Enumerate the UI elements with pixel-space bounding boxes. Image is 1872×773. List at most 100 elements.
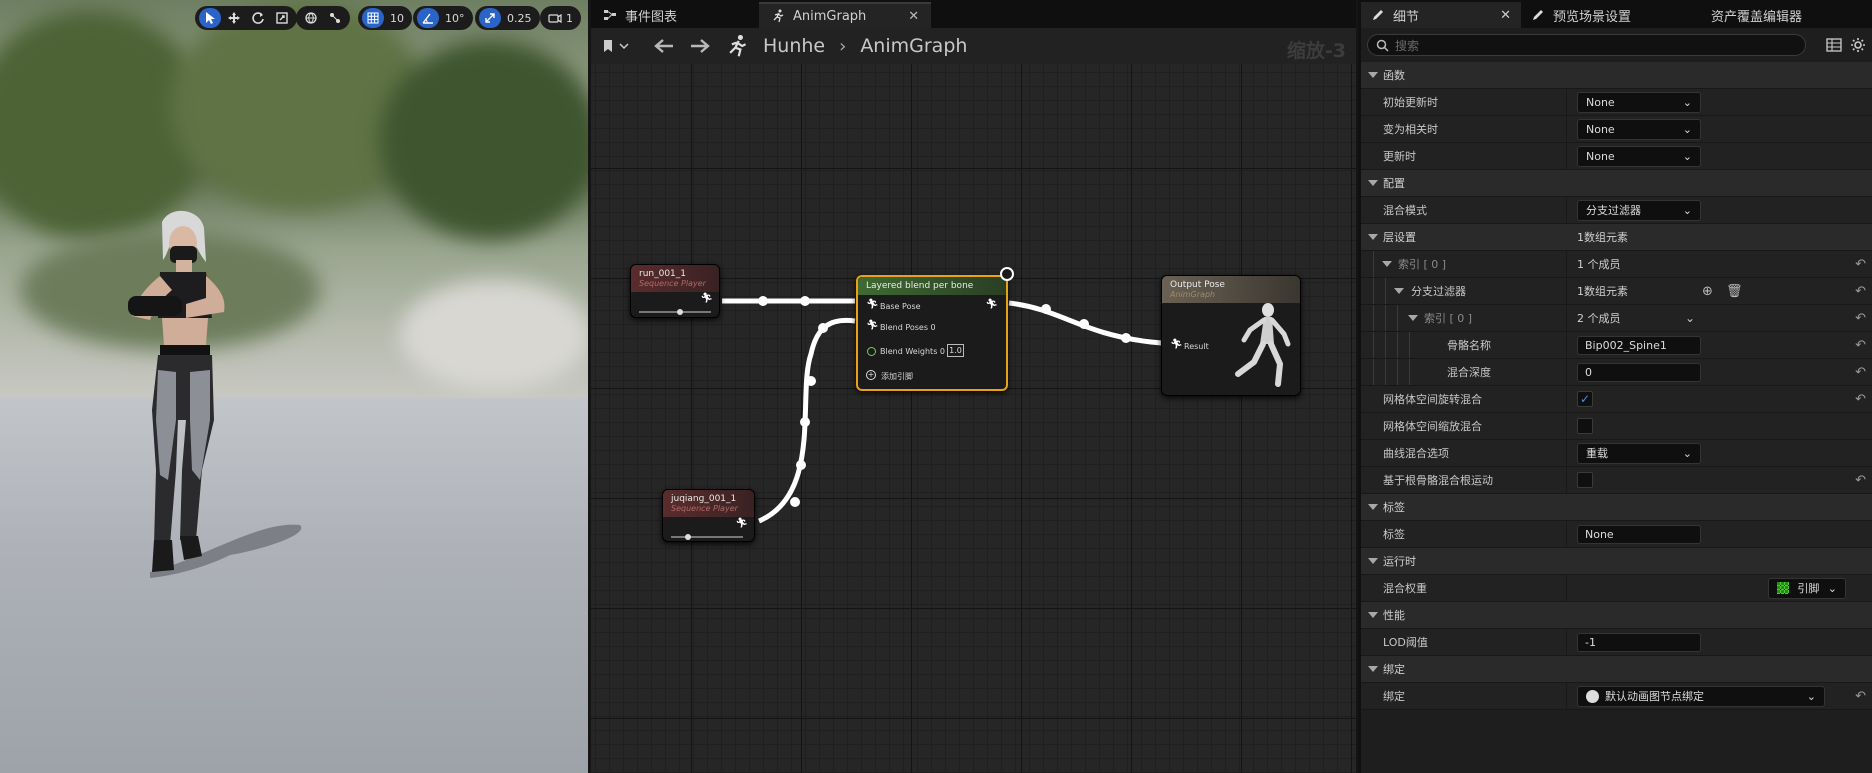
result-pin-icon[interactable]: 🏃︎: [1170, 339, 1183, 350]
reset-to-default-icon[interactable]: ↶: [1855, 689, 1866, 704]
surface-snap-button[interactable]: [324, 8, 346, 28]
translate-mode-button[interactable]: [223, 8, 245, 28]
breadcrumb-current[interactable]: AnimGraph: [860, 35, 967, 57]
on-become-relevant-combo[interactable]: None ⌄: [1577, 118, 1701, 140]
wire-reroute-dot[interactable]: [806, 376, 816, 386]
rotation-snap-value[interactable]: 10°: [441, 8, 469, 28]
trash-icon[interactable]: 🗑︎: [1726, 284, 1743, 299]
wire-reroute-dot[interactable]: [1079, 319, 1089, 329]
rotation-snap-toggle[interactable]: [417, 8, 439, 28]
chevron-down-icon[interactable]: ⌄: [1685, 311, 1695, 325]
blend-mode-combo[interactable]: 分支过滤器 ⌄: [1577, 199, 1701, 221]
reset-to-default-icon[interactable]: ↶: [1855, 473, 1866, 488]
column-divider: [1566, 467, 1567, 493]
tab-details[interactable]: 细节 ✕: [1361, 2, 1521, 28]
grid-snap-toggle[interactable]: [362, 8, 384, 28]
wire-reroute-dot[interactable]: [1121, 333, 1131, 343]
breadcrumb-root[interactable]: Hunhe: [763, 35, 825, 57]
back-arrow-icon[interactable]: [653, 38, 675, 54]
close-tab-icon[interactable]: ✕: [908, 9, 919, 24]
playback-slider[interactable]: [639, 309, 711, 315]
caret-down-icon[interactable]: [1394, 288, 1404, 294]
float-pin-icon[interactable]: [867, 347, 876, 356]
reset-to-default-icon[interactable]: ↶: [1855, 257, 1866, 272]
blend-poses-pin-icon[interactable]: 🏃︎: [866, 320, 879, 331]
node-layered-blend-per-bone[interactable]: Layered blend per bone 🏃︎ Base Pose 🏃︎ 🏃…: [856, 275, 1008, 391]
surface-snap-icon: [330, 13, 340, 23]
category-binding[interactable]: 绑定: [1361, 656, 1872, 683]
wire-reroute-dot[interactable]: [800, 296, 810, 306]
rotate-mode-button[interactable]: [247, 8, 269, 28]
node-juqiang-sequence-player[interactable]: juqiang_001_1 Sequence Player 🏃︎: [662, 489, 755, 542]
category-config[interactable]: 配置: [1361, 170, 1872, 197]
category-functions[interactable]: 函数: [1361, 62, 1872, 89]
tab-event-graph[interactable]: 事件图表: [591, 2, 751, 28]
wire-reroute-dot[interactable]: [800, 417, 810, 427]
category-runtime[interactable]: 运行时: [1361, 548, 1872, 575]
node-output-pose[interactable]: Output Pose AnimGraph 🏃︎ Result: [1161, 275, 1301, 396]
graph-canvas[interactable]: run_001_1 Sequence Player 🏃︎ juqiang_001…: [591, 64, 1356, 773]
reset-to-default-icon[interactable]: ↶: [1855, 392, 1866, 407]
reset-to-default-icon[interactable]: ↶: [1855, 284, 1866, 299]
anim-graph-panel: 事件图表 AnimGraph ✕ Hunhe › AnimGraph run_0…: [591, 0, 1356, 773]
mesh-scale-blend-checkbox[interactable]: [1577, 418, 1593, 434]
wire-reroute-dot[interactable]: [758, 296, 768, 306]
tag-input[interactable]: None: [1577, 524, 1701, 544]
on-update-combo[interactable]: None ⌄: [1577, 145, 1701, 167]
base-pose-pin-icon[interactable]: 🏃︎: [866, 299, 879, 310]
node-run-sequence-player[interactable]: run_001_1 Sequence Player 🏃︎: [630, 264, 720, 318]
reset-to-default-icon[interactable]: ↶: [1855, 365, 1866, 380]
tab-asset-override-editor[interactable]: 资产覆盖编辑器: [1701, 2, 1812, 28]
playback-slider[interactable]: [671, 534, 743, 540]
bone-name-input[interactable]: Bip002_Spine1: [1577, 335, 1701, 355]
grid-snap-value[interactable]: 10: [386, 8, 408, 28]
reset-to-default-icon[interactable]: ↶: [1855, 338, 1866, 353]
category-label: 性能: [1383, 609, 1405, 622]
column-divider: [1566, 305, 1567, 331]
wire-reroute-dot[interactable]: [790, 497, 800, 507]
viewport[interactable]: 10 10° 0.25 1: [0, 0, 588, 773]
pin-visibility-combo[interactable]: 引脚 ⌄: [1768, 577, 1846, 599]
select-mode-button[interactable]: [199, 8, 221, 28]
add-pin-label[interactable]: 添加引脚: [881, 371, 913, 382]
pose-output-pin-icon[interactable]: 🏃︎: [735, 518, 748, 529]
add-pin-icon[interactable]: +: [866, 370, 876, 380]
scale-snap-value[interactable]: 0.25: [503, 8, 536, 28]
close-tab-icon[interactable]: ✕: [1500, 8, 1511, 23]
wire-reroute-dot[interactable]: [796, 460, 806, 470]
lod-threshold-input[interactable]: -1: [1577, 632, 1701, 652]
reset-to-default-icon[interactable]: ↶: [1855, 311, 1866, 326]
caret-down-icon[interactable]: [1408, 315, 1418, 321]
tree-guide: [1385, 278, 1386, 304]
bookmark-button[interactable]: [601, 39, 629, 53]
curve-blend-option-combo[interactable]: 重载 ⌄: [1577, 442, 1701, 464]
add-element-icon[interactable]: ⊕: [1702, 284, 1713, 299]
scale-icon: [276, 12, 288, 24]
pose-output-pin-icon[interactable]: 🏃︎: [985, 299, 998, 310]
blend-weights-value-field[interactable]: 1.0: [947, 344, 964, 357]
forward-arrow-icon[interactable]: [689, 38, 711, 54]
mesh-rotation-blend-checkbox[interactable]: ✓: [1577, 391, 1593, 407]
camera-speed-button[interactable]: 1: [544, 8, 577, 28]
category-tags[interactable]: 标签: [1361, 494, 1872, 521]
on-initial-update-combo[interactable]: None ⌄: [1577, 91, 1701, 113]
scale-snap-toggle[interactable]: [479, 8, 501, 28]
table-view-icon[interactable]: [1826, 37, 1842, 53]
binding-combo[interactable]: 默认动画图节点绑定 ⌄: [1577, 685, 1825, 707]
coordinate-space-button[interactable]: [300, 8, 322, 28]
caret-down-icon[interactable]: [1382, 261, 1392, 267]
blend-depth-input[interactable]: 0: [1577, 362, 1701, 382]
tab-anim-graph[interactable]: AnimGraph ✕: [759, 2, 932, 28]
root-motion-blend-checkbox[interactable]: [1577, 472, 1593, 488]
wire-reroute-dot[interactable]: [818, 323, 828, 333]
gear-icon[interactable]: [1850, 37, 1866, 53]
scale-mode-button[interactable]: [271, 8, 293, 28]
details-search-input[interactable]: 搜索: [1367, 34, 1806, 56]
category-performance[interactable]: 性能: [1361, 602, 1872, 629]
prop-tag: 标签 None: [1361, 521, 1872, 548]
pose-output-pin-icon[interactable]: 🏃︎: [700, 293, 713, 304]
tab-preview-scene-settings[interactable]: 预览场景设置: [1521, 2, 1701, 28]
wire-reroute-dot[interactable]: [1041, 304, 1051, 314]
zoom-level-label: 缩放-3: [1286, 40, 1346, 62]
category-layer-setup[interactable]: 层设置 1数组元素: [1361, 224, 1872, 251]
